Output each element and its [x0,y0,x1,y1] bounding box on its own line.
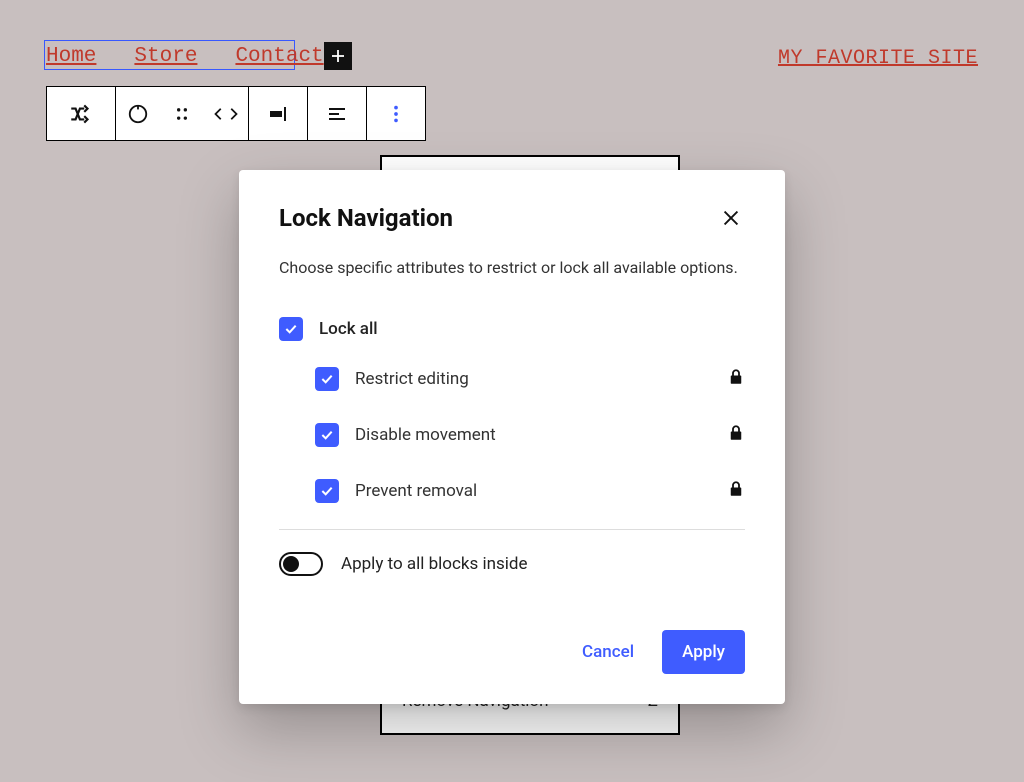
apply-inside-label: Apply to all blocks inside [341,554,528,574]
restrict-editing-label: Restrict editing [355,369,469,389]
move-arrows-icon [212,103,240,125]
nav-link-store[interactable]: Store [134,45,197,68]
close-button[interactable] [717,204,745,232]
check-icon [319,427,335,443]
block-toolbar [46,86,426,141]
close-icon [720,207,742,229]
lock-all-row[interactable]: Lock all [279,311,745,347]
toolbar-btn-block-type[interactable] [47,87,115,140]
apply-button[interactable]: Apply [662,630,745,674]
site-title-link[interactable]: MY FAVORITE SITE [778,47,978,70]
lock-all-label: Lock all [319,319,378,339]
apply-inside-row[interactable]: Apply to all blocks inside [279,552,745,576]
toolbar-btn-align[interactable] [308,87,366,140]
toolbar-btn-more[interactable] [367,87,425,140]
drag-icon [172,104,192,124]
lock-icon [727,368,745,390]
lock-icon [727,480,745,502]
compass-icon [127,103,149,125]
toolbar-btn-move[interactable] [204,87,248,140]
toolbar-btn-justify[interactable] [249,87,307,140]
prevent-removal-row[interactable]: Prevent removal [315,467,745,515]
cancel-button[interactable]: Cancel [562,630,654,674]
lock-icon [727,424,745,446]
shuffle-icon [68,101,94,127]
lock-navigation-modal: Lock Navigation Choose specific attribut… [239,170,785,704]
modal-description: Choose specific attributes to restrict o… [279,258,745,277]
check-icon [319,371,335,387]
nav-block[interactable]: Home Store Contact [46,42,360,70]
divider [279,529,745,530]
more-vertical-icon [385,103,407,125]
modal-title: Lock Navigation [279,204,453,232]
check-icon [319,483,335,499]
apply-inside-toggle[interactable] [279,552,323,576]
prevent-removal-label: Prevent removal [355,481,477,501]
toggle-knob [283,556,299,572]
disable-movement-checkbox[interactable] [315,423,339,447]
toolbar-btn-drag[interactable] [160,87,204,140]
check-icon [283,321,299,337]
lock-all-checkbox[interactable] [279,317,303,341]
restrict-editing-checkbox[interactable] [315,367,339,391]
disable-movement-label: Disable movement [355,425,496,445]
prevent-removal-checkbox[interactable] [315,479,339,503]
disable-movement-row[interactable]: Disable movement [315,411,745,459]
plus-icon [329,47,347,65]
restrict-editing-row[interactable]: Restrict editing [315,355,745,403]
add-nav-item-button[interactable] [324,42,352,70]
align-icon [325,102,349,126]
justify-right-icon [266,102,290,126]
nav-link-home[interactable]: Home [46,45,96,68]
toolbar-btn-select-parent[interactable] [116,87,160,140]
nav-link-contact[interactable]: Contact [235,45,323,68]
